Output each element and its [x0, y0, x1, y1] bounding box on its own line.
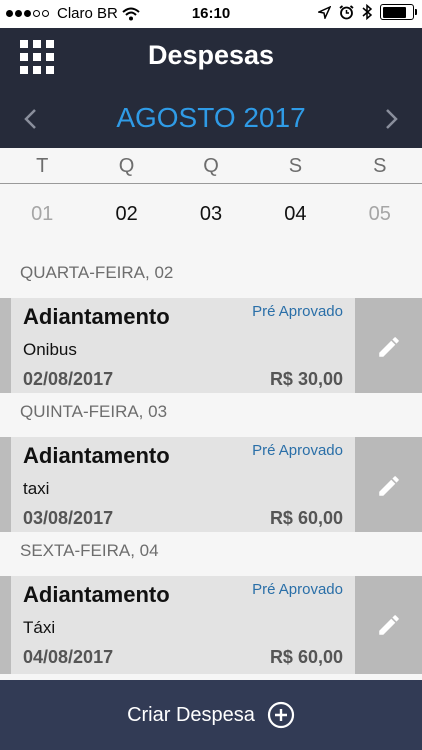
create-expense-button[interactable]: Criar Despesa — [0, 680, 422, 750]
date-cell[interactable]: 04 — [253, 203, 337, 226]
weekday-label: S — [373, 155, 387, 177]
expense-amount: R$ 60,00 — [269, 647, 343, 667]
expense-card[interactable]: Adiantamento Pré Aprovado Onibus 02/08/2… — [0, 298, 422, 396]
app-header: Despesas AGOSTO 2017 — [0, 28, 422, 148]
weekday-label: T — [36, 155, 49, 177]
date-cell[interactable]: 02 — [84, 203, 168, 226]
status-badge: Pré Aprovado — [252, 303, 343, 320]
day-section-header: SEXTA-FEIRA, 04 — [0, 532, 422, 570]
expense-date: 04/08/2017 — [23, 647, 114, 667]
edit-button[interactable] — [355, 437, 422, 535]
month-label: AGOSTO 2017 — [116, 102, 306, 133]
day-section-header: QUINTA-FEIRA, 03 — [0, 393, 422, 431]
edit-button[interactable] — [355, 298, 422, 396]
date-cell[interactable]: 03 — [169, 203, 253, 226]
week-strip: T Q Q S S 01 02 03 04 05 — [0, 148, 422, 249]
expense-description: Onibus — [23, 340, 77, 359]
status-bar: Claro BR 16:10 — [0, 0, 422, 28]
pencil-icon — [378, 337, 399, 357]
day-section-header: QUARTA-FEIRA, 02 — [0, 254, 422, 292]
expense-card[interactable]: Adiantamento Pré Aprovado Táxi 04/08/201… — [0, 576, 422, 674]
weekday-label: S — [288, 155, 303, 177]
pencil-icon — [378, 615, 399, 635]
card-body: Adiantamento Pré Aprovado taxi 03/08/201… — [11, 437, 355, 535]
location-arrow-icon — [318, 5, 331, 19]
create-expense-label: Criar Despesa — [127, 703, 255, 726]
date-cell[interactable]: 05 — [338, 203, 422, 226]
expense-description: Táxi — [23, 618, 56, 637]
expense-description: taxi — [23, 479, 50, 498]
status-right — [318, 4, 417, 20]
card-accent — [0, 576, 11, 674]
pencil-icon — [378, 476, 399, 496]
status-badge: Pré Aprovado — [252, 581, 343, 598]
date-cell[interactable]: 01 — [0, 203, 84, 226]
expense-date: 03/08/2017 — [23, 508, 114, 528]
plus-circle-icon — [267, 701, 295, 729]
chevron-right-icon[interactable] — [380, 108, 402, 130]
expense-type: Adiantamento — [23, 443, 170, 468]
card-accent — [0, 298, 11, 396]
page-title: Despesas — [147, 40, 275, 70]
card-accent — [0, 437, 11, 535]
expense-type: Adiantamento — [23, 304, 170, 329]
edit-button[interactable] — [355, 576, 422, 674]
expense-type: Adiantamento — [23, 582, 170, 607]
battery-icon — [380, 4, 417, 20]
expense-card[interactable]: Adiantamento Pré Aprovado taxi 03/08/201… — [0, 437, 422, 535]
weekday-label: Q — [118, 155, 135, 177]
card-body: Adiantamento Pré Aprovado Táxi 04/08/201… — [11, 576, 355, 674]
date-row: 01 02 03 04 05 — [0, 203, 422, 226]
alarm-clock-icon — [339, 4, 354, 19]
weekday-row: T Q Q S S — [0, 148, 422, 184]
weekday-label: Q — [203, 155, 219, 177]
expense-amount: R$ 60,00 — [269, 508, 343, 528]
month-selector: AGOSTO 2017 — [0, 96, 422, 140]
expense-date: 02/08/2017 — [23, 369, 114, 389]
status-badge: Pré Aprovado — [252, 442, 343, 459]
card-body: Adiantamento Pré Aprovado Onibus 02/08/2… — [11, 298, 355, 396]
expense-amount: R$ 30,00 — [269, 369, 343, 389]
bluetooth-icon — [362, 4, 372, 20]
